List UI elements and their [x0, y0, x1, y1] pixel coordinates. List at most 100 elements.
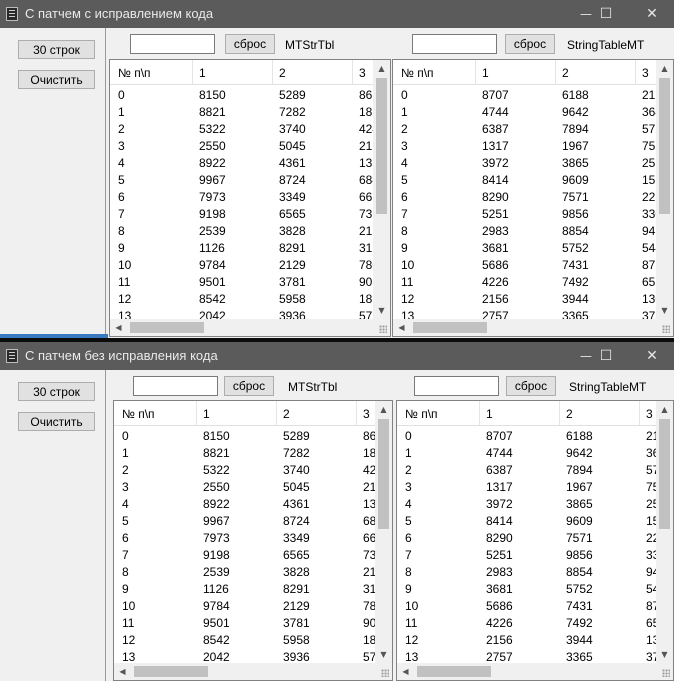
scroll-left-icon[interactable]: ◀: [393, 319, 410, 336]
table-row[interactable]: 12 8542 5958 189: [114, 631, 392, 648]
scroll-down-icon[interactable]: ▼: [656, 646, 673, 663]
table-row[interactable]: 3 2550 5045 212: [110, 137, 390, 154]
reset-button[interactable]: сброс: [506, 376, 556, 396]
horizontal-scrollbar[interactable]: ◀: [393, 319, 656, 336]
horizontal-scroll-thumb[interactable]: [130, 322, 204, 333]
table-row[interactable]: 313171967752: [397, 478, 673, 495]
resize-grip-icon[interactable]: [373, 319, 390, 336]
table-row[interactable]: 1142267492657: [393, 273, 673, 290]
scroll-down-icon[interactable]: ▼: [373, 302, 390, 319]
resize-grip-icon[interactable]: [656, 319, 673, 336]
resize-grip-icon[interactable]: [375, 663, 392, 680]
vertical-scroll-thumb[interactable]: [378, 419, 389, 529]
filter-input[interactable]: [414, 376, 499, 396]
table-row[interactable]: 0 8150 5289 865: [110, 86, 390, 103]
horizontal-scrollbar[interactable]: ◀: [114, 663, 375, 680]
table-row[interactable]: 263877894577: [393, 120, 673, 137]
table-row[interactable]: 10 9784 2129 780: [110, 256, 390, 273]
reset-button[interactable]: сброс: [505, 34, 555, 54]
column-divider[interactable]: [192, 60, 193, 84]
table-row[interactable]: 2 5322 3740 424: [114, 461, 392, 478]
table-row[interactable]: 829838854948: [393, 222, 673, 239]
table-row[interactable]: 8 2539 3828 215: [114, 563, 392, 580]
table-row[interactable]: 3 2550 5045 212: [114, 478, 392, 495]
horizontal-scroll-thumb[interactable]: [134, 666, 208, 677]
table-row[interactable]: 4 8922 4361 139: [110, 154, 390, 171]
scroll-up-icon[interactable]: ▲: [375, 401, 392, 418]
table-row[interactable]: 12 8542 5958 189: [110, 290, 390, 307]
table-row[interactable]: 1221563944130: [397, 631, 673, 648]
table-row[interactable]: 1056867431879: [397, 597, 673, 614]
horizontal-scroll-thumb[interactable]: [413, 322, 487, 333]
table-row[interactable]: 6 7973 3349 665: [114, 529, 392, 546]
table-row[interactable]: 1221563944130: [393, 290, 673, 307]
column-header[interactable]: 1: [486, 407, 493, 421]
column-header[interactable]: 3: [642, 66, 649, 80]
column-header[interactable]: № п\п: [118, 66, 151, 80]
table-row[interactable]: 6 7973 3349 665: [110, 188, 390, 205]
column-divider[interactable]: [635, 60, 636, 84]
table-row[interactable]: 829838854948: [397, 563, 673, 580]
maximize-icon[interactable]: ☐: [583, 0, 629, 28]
table-row[interactable]: 5 9967 8724 684: [114, 512, 392, 529]
data-grid[interactable]: № п\п 1 2 3 0 8150 5289 865 1 8821 7282 187 2 5322 374…: [109, 59, 391, 337]
column-divider[interactable]: [356, 401, 357, 425]
table-row[interactable]: 584149609152: [397, 512, 673, 529]
vertical-scroll-thumb[interactable]: [659, 419, 670, 529]
table-row[interactable]: 7 9198 6565 737: [114, 546, 392, 563]
column-divider[interactable]: [196, 401, 197, 425]
column-divider[interactable]: [479, 401, 480, 425]
data-grid[interactable]: № п\п 12 3 0 8707 6188 2 1 7 1 4744 9642 3 6 4 2 6387 789…: [392, 59, 674, 337]
table-row[interactable]: 682907571227: [397, 529, 673, 546]
table-row[interactable]: 682907571227: [393, 188, 673, 205]
title-bar[interactable]: С патчем без исправления кода — ☐ ✕: [0, 342, 674, 370]
column-divider[interactable]: [272, 60, 273, 84]
table-row[interactable]: 936815752544: [397, 580, 673, 597]
vertical-scrollbar[interactable]: ▲ ▼: [375, 401, 392, 663]
column-divider[interactable]: [475, 60, 476, 84]
close-icon[interactable]: ✕: [629, 342, 674, 370]
column-header[interactable]: № п\п: [405, 407, 438, 421]
table-row[interactable]: 147449642364: [393, 103, 673, 120]
clear-button[interactable]: Очистить: [18, 412, 95, 431]
column-header[interactable]: 1: [203, 407, 210, 421]
rows-30-button[interactable]: 30 строк: [18, 40, 95, 59]
table-row[interactable]: 752519856330: [393, 205, 673, 222]
column-header[interactable]: № п\п: [401, 66, 434, 80]
table-row[interactable]: 9 1126 8291 319: [110, 239, 390, 256]
vertical-scroll-thumb[interactable]: [659, 78, 670, 214]
filter-input[interactable]: [133, 376, 218, 396]
filter-input[interactable]: [130, 34, 215, 54]
scroll-left-icon[interactable]: ◀: [110, 319, 127, 336]
table-row[interactable]: 5 9967 8724 684: [110, 171, 390, 188]
reset-button[interactable]: сброс: [225, 34, 275, 54]
table-row[interactable]: 087076188217: [393, 86, 673, 103]
vertical-scrollbar[interactable]: ▲ ▼: [656, 60, 673, 319]
table-row[interactable]: 1 8821 7282 187: [114, 444, 392, 461]
table-row[interactable]: 1 8821 7282 187: [110, 103, 390, 120]
scroll-down-icon[interactable]: ▼: [656, 302, 673, 319]
table-row[interactable]: 9 1126 8291 319: [114, 580, 392, 597]
table-row[interactable]: 1056867431879: [393, 256, 673, 273]
column-divider[interactable]: [555, 60, 556, 84]
column-header[interactable]: 2: [283, 407, 290, 421]
vertical-scroll-thumb[interactable]: [376, 78, 387, 214]
column-header[interactable]: 2: [566, 407, 573, 421]
title-bar[interactable]: С патчем с исправлением кода — ☐ ✕: [0, 0, 674, 28]
scroll-up-icon[interactable]: ▲: [373, 60, 390, 77]
horizontal-scrollbar[interactable]: ◀: [397, 663, 656, 680]
scroll-left-icon[interactable]: ◀: [397, 663, 414, 680]
horizontal-scrollbar[interactable]: ◀: [110, 319, 373, 336]
column-header[interactable]: 1: [482, 66, 489, 80]
reset-button[interactable]: сброс: [224, 376, 274, 396]
table-row[interactable]: 439723865257: [393, 154, 673, 171]
table-row[interactable]: 584149609152: [393, 171, 673, 188]
clear-button[interactable]: Очистить: [18, 70, 95, 89]
data-grid[interactable]: № п\п 1 2 3 0 8150 5289 865 1 8821 7282 187 2 5322 374…: [113, 400, 393, 681]
table-row[interactable]: 0 8150 5289 865: [114, 427, 392, 444]
scroll-up-icon[interactable]: ▲: [656, 401, 673, 418]
scroll-up-icon[interactable]: ▲: [656, 60, 673, 77]
column-divider[interactable]: [276, 401, 277, 425]
maximize-icon[interactable]: ☐: [583, 342, 629, 370]
table-row[interactable]: 4 8922 4361 139: [114, 495, 392, 512]
